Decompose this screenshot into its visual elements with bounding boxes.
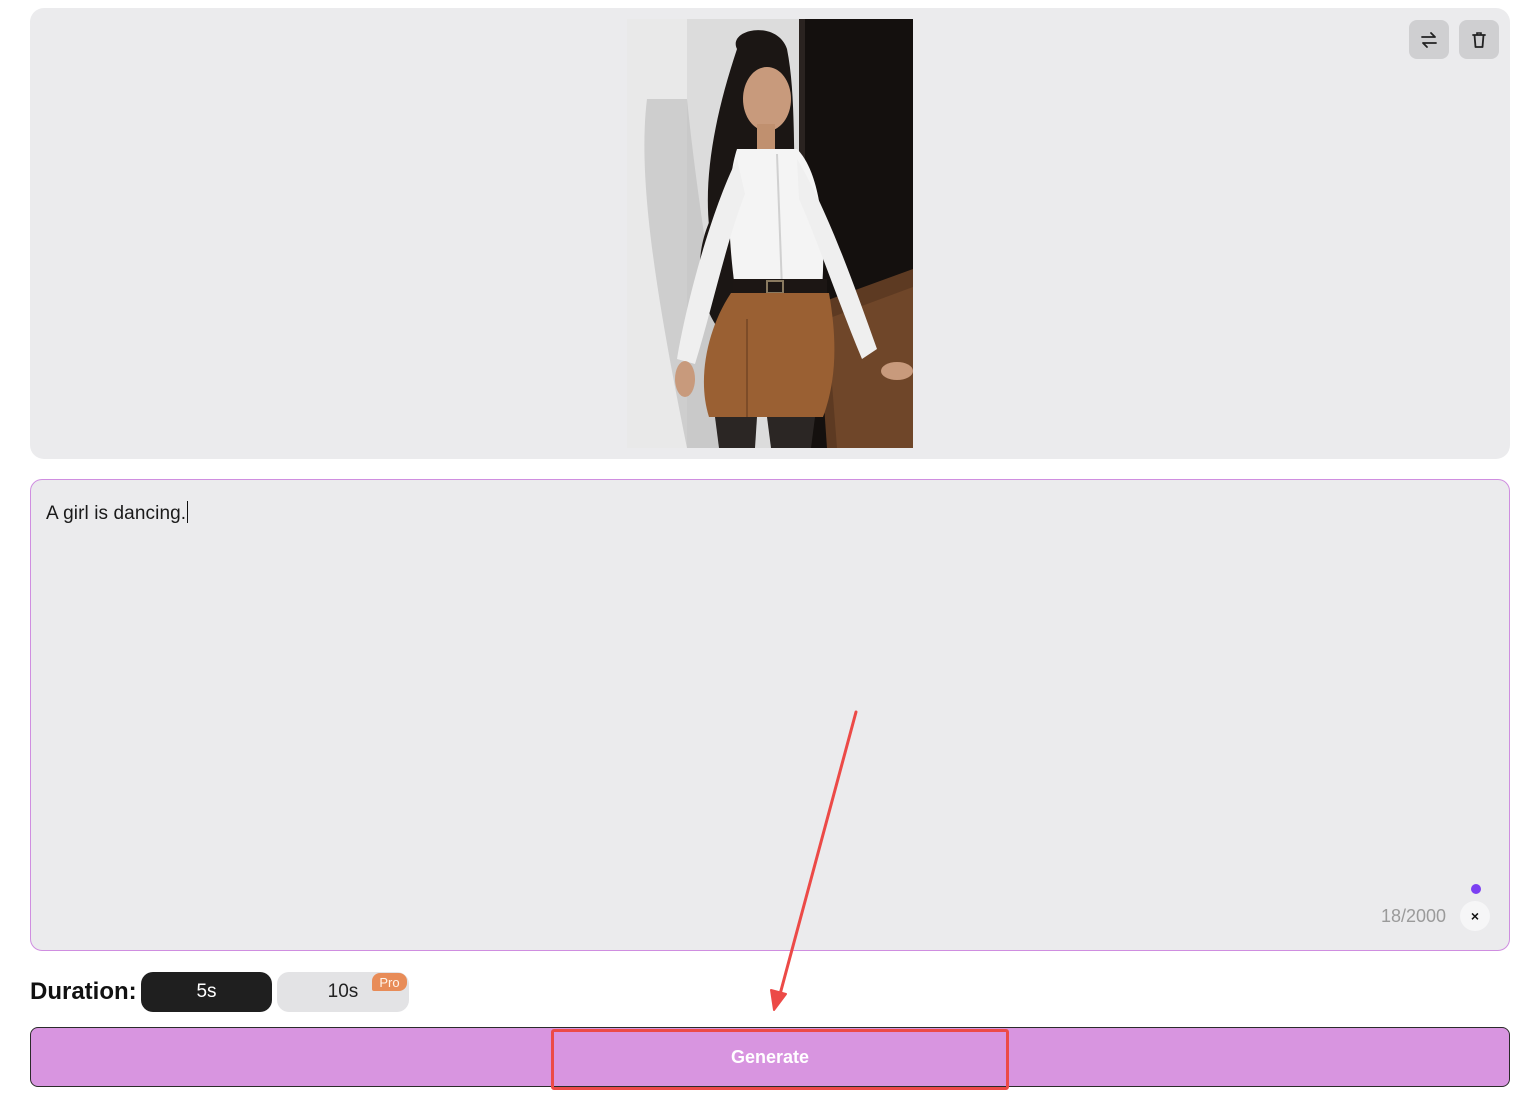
close-icon: ×	[1470, 908, 1480, 924]
character-counter: 18/2000	[1381, 906, 1447, 926]
pro-badge: Pro	[372, 973, 407, 991]
swap-arrows-icon	[1421, 31, 1437, 48]
prompt-textarea[interactable]: A girl is dancing. 18/2000 ×	[30, 479, 1510, 951]
generate-label: Generate	[730, 1047, 810, 1067]
trash-icon	[1472, 31, 1486, 48]
uploaded-photo	[627, 19, 913, 448]
status-dot	[1471, 884, 1481, 894]
text-caret	[187, 501, 189, 523]
delete-image-button[interactable]	[1459, 20, 1499, 59]
video-generator-form: A girl is dancing. 18/2000 × Duration: 5…	[0, 0, 1535, 1097]
swap-image-button[interactable]	[1409, 20, 1449, 59]
image-preview-panel	[30, 8, 1510, 459]
duration-option-label: 5s	[196, 981, 217, 1002]
duration-option-label: 10s	[327, 981, 359, 1002]
clear-prompt-button[interactable]: ×	[1460, 901, 1490, 931]
prompt-text-wrapper: A girl is dancing.	[46, 501, 189, 525]
prompt-value: A girl is dancing.	[46, 503, 187, 524]
duration-label: Duration:	[30, 978, 137, 1005]
generate-button[interactable]: Generate	[30, 1027, 1510, 1087]
duration-option-5s[interactable]: 5s	[141, 972, 272, 1012]
